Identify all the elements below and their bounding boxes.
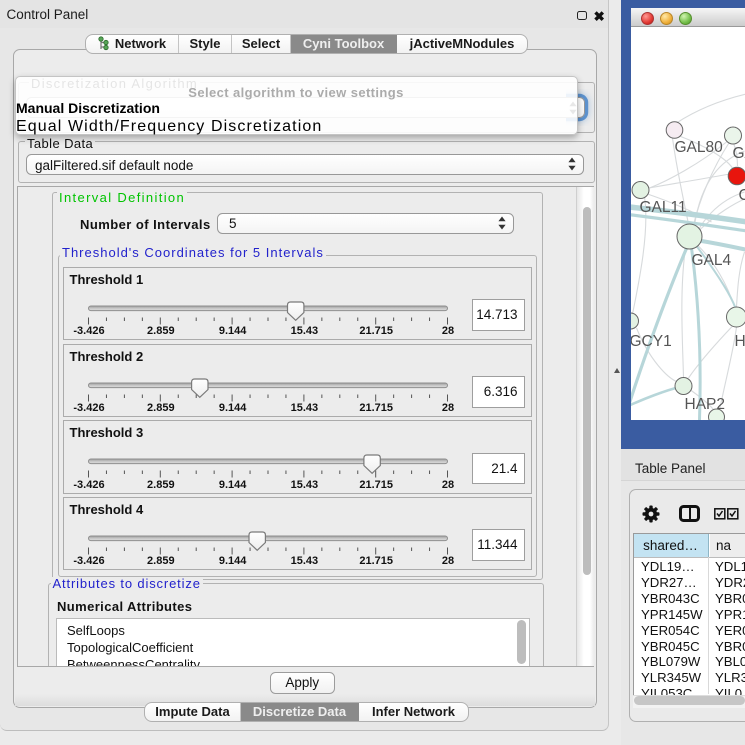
svg-text:H: H: [735, 333, 745, 350]
svg-text:C: C: [739, 187, 745, 204]
svg-text:GAL80: GAL80: [675, 139, 724, 156]
svg-text:GAL11: GAL11: [640, 199, 687, 216]
svg-text:GA: GA: [733, 145, 745, 162]
svg-text:GCY1: GCY1: [631, 333, 672, 350]
svg-text:GAL4: GAL4: [692, 252, 732, 269]
svg-text:HAP2: HAP2: [685, 396, 726, 413]
